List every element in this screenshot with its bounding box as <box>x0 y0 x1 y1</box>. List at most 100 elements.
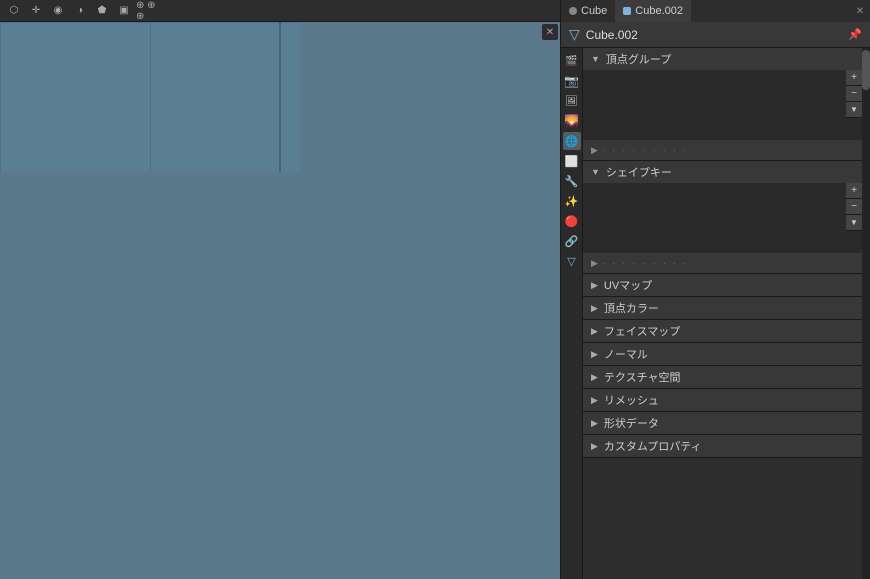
sidebar-icon-modifier[interactable]: 🔧 <box>563 172 581 190</box>
face-map-section: ▶ フェイスマップ <box>583 320 862 343</box>
shape-data-arrow: ▶ <box>591 418 598 429</box>
shape-key-arrow: ▼ <box>591 167 600 177</box>
shape-key-more-btn[interactable]: ▼ <box>846 215 862 231</box>
shape-key-controls: + − ▼ <box>846 183 862 231</box>
properties-scrollbar[interactable] <box>862 48 870 579</box>
texture-space-arrow: ▶ <box>591 372 598 383</box>
cube002-tab-icon <box>623 7 631 15</box>
toolbar-left: ⬡ ✛ ◉ ◑ ⬟ ▣ ⊕ ⊕ ⊕ <box>0 2 160 20</box>
texture-space-section: ▶ テクスチャ空間 <box>583 366 862 389</box>
icon-sidebar: 🎬 📷 🖼 🌄 🌐 ⬜ 🔧 ✨ 🔴 🔗 ▽ <box>561 48 583 579</box>
sidebar-icon-render[interactable]: 🎬 <box>563 52 581 70</box>
remesh-section: ▶ リメッシュ <box>583 389 862 412</box>
shape-key-list: + − ▼ <box>583 183 862 253</box>
cube002-tab-label: Cube.002 <box>635 5 683 17</box>
shape-data-label: 形状データ <box>604 415 659 431</box>
normal-section: ▶ ノーマル <box>583 343 862 366</box>
sidebar-icon-scene[interactable]: 🌄 <box>563 112 581 130</box>
properties-panel: ▽ Cube.002 📌 🎬 📷 🖼 🌄 🌐 ⬜ 🔧 ✨ 🔴 🔗 <box>560 22 870 579</box>
vertex-group-list: + − ▼ <box>583 70 862 140</box>
uv-map-section: ▶ UVマップ <box>583 274 862 297</box>
sidebar-icon-world[interactable]: 🌐 <box>563 132 581 150</box>
vertex-group-content: + − ▼ ▶ · · · · · · · · · <box>583 70 862 160</box>
custom-prop-arrow: ▶ <box>591 441 598 452</box>
vertex-group-more-btn[interactable]: ▼ <box>846 102 862 118</box>
view-icon[interactable]: ◉ <box>48 2 68 20</box>
vertex-group-label: 頂点グループ <box>606 51 671 67</box>
properties-header-mesh-icon: ▽ <box>569 26 580 43</box>
vertex-group-add-btn[interactable]: + <box>846 70 862 86</box>
vertex-group-footer-dots: · · · · · · · · · <box>602 145 688 156</box>
sidebar-icon-data[interactable]: ▽ <box>563 252 581 270</box>
cube-tab[interactable]: Cube <box>561 0 615 22</box>
properties-header: ▽ Cube.002 📌 <box>561 22 870 48</box>
sidebar-icon-particles[interactable]: ✨ <box>563 192 581 210</box>
properties-content: 🎬 📷 🖼 🌄 🌐 ⬜ 🔧 ✨ 🔴 🔗 ▽ <box>561 48 870 579</box>
face-map-arrow: ▶ <box>591 326 598 337</box>
vertex-group-footer: ▶ · · · · · · · · · <box>583 140 862 160</box>
properties-pin-icon[interactable]: 📌 <box>848 28 862 41</box>
select-tool-icon[interactable]: ⬡ <box>4 2 24 20</box>
vertex-group-remove-btn[interactable]: − <box>846 86 862 102</box>
viewport[interactable]: Y X Z ✕ <box>0 22 560 579</box>
shape-key-label: シェイプキー <box>606 164 672 180</box>
main-area: Y X Z ✕ ▽ Cube.002 📌 <box>0 22 870 579</box>
cube-tab-icon <box>569 7 577 15</box>
vertex-group-arrow: ▼ <box>591 54 600 64</box>
shading-icon[interactable]: ◑ <box>70 2 90 20</box>
custom-prop-label: カスタムプロパティ <box>604 438 702 454</box>
header-settings-icon[interactable]: ✕ <box>850 2 870 20</box>
sidebar-icon-physics[interactable]: 🔴 <box>563 212 581 230</box>
right-header: Cube Cube.002 ✕ <box>560 0 870 22</box>
texture-space-header[interactable]: ▶ テクスチャ空間 <box>583 366 862 388</box>
uv-map-label: UVマップ <box>604 277 652 293</box>
shape-key-footer: ▶ · · · · · · · · · <box>583 253 862 273</box>
shape-data-section: ▶ 形状データ <box>583 412 862 435</box>
mode-icon[interactable]: ⊕ ⊕ ⊕ <box>136 2 156 20</box>
shape-key-section: ▼ シェイプキー + − ▼ <box>583 161 862 274</box>
shape-key-footer-dots: · · · · · · · · · <box>602 258 688 269</box>
sidebar-icon-constraints[interactable]: 🔗 <box>563 232 581 250</box>
xray-icon[interactable]: ▣ <box>114 2 134 20</box>
overlay-icon[interactable]: ⬟ <box>92 2 112 20</box>
face-map-header[interactable]: ▶ フェイスマップ <box>583 320 862 342</box>
top-toolbar: ⬡ ✛ ◉ ◑ ⬟ ▣ ⊕ ⊕ ⊕ Cube Cube.002 ✕ <box>0 0 870 22</box>
remesh-label: リメッシュ <box>604 392 659 408</box>
normal-arrow: ▶ <box>591 349 598 360</box>
uv-map-arrow: ▶ <box>591 280 598 291</box>
properties-scrollbar-thumb[interactable] <box>862 50 870 90</box>
cube002-tab[interactable]: Cube.002 <box>615 0 691 22</box>
vertex-color-arrow: ▶ <box>591 303 598 314</box>
vertex-group-footer-arrow[interactable]: ▶ <box>591 145 598 156</box>
vertex-group-section: ▼ 頂点グループ + − ▼ <box>583 48 862 161</box>
shape-key-header[interactable]: ▼ シェイプキー <box>583 161 862 183</box>
custom-prop-section: ▶ カスタムプロパティ <box>583 435 862 458</box>
cube-tab-label: Cube <box>581 5 607 17</box>
shape-key-add-btn[interactable]: + <box>846 183 862 199</box>
shape-data-header[interactable]: ▶ 形状データ <box>583 412 862 434</box>
texture-space-label: テクスチャ空間 <box>604 369 681 385</box>
normal-header[interactable]: ▶ ノーマル <box>583 343 862 365</box>
sidebar-icon-view[interactable]: 🖼 <box>563 92 581 110</box>
remesh-arrow: ▶ <box>591 395 598 406</box>
face-map-label: フェイスマップ <box>604 323 680 339</box>
properties-inner: ▼ 頂点グループ + − ▼ <box>583 48 862 579</box>
viewport-close-icon[interactable]: ✕ <box>542 24 558 40</box>
shape-key-content: + − ▼ ▶ · · · · · · · · · <box>583 183 862 273</box>
vertex-color-section: ▶ 頂点カラー <box>583 297 862 320</box>
custom-prop-header[interactable]: ▶ カスタムプロパティ <box>583 435 862 457</box>
sidebar-icon-output[interactable]: 📷 <box>563 72 581 90</box>
shape-key-footer-arrow[interactable]: ▶ <box>591 258 598 269</box>
vertex-color-label: 頂点カラー <box>604 300 659 316</box>
shape-key-remove-btn[interactable]: − <box>846 199 862 215</box>
remesh-header[interactable]: ▶ リメッシュ <box>583 389 862 411</box>
viewport-grid: Y X Z <box>0 22 300 172</box>
cursor-icon[interactable]: ✛ <box>26 2 46 20</box>
vertex-group-controls: + − ▼ <box>846 70 862 118</box>
vertex-group-header[interactable]: ▼ 頂点グループ <box>583 48 862 70</box>
sidebar-icon-object[interactable]: ⬜ <box>563 152 581 170</box>
vertex-color-header[interactable]: ▶ 頂点カラー <box>583 297 862 319</box>
uv-map-header[interactable]: ▶ UVマップ <box>583 274 862 296</box>
normal-label: ノーマル <box>604 346 648 362</box>
properties-header-name: Cube.002 <box>586 28 843 42</box>
